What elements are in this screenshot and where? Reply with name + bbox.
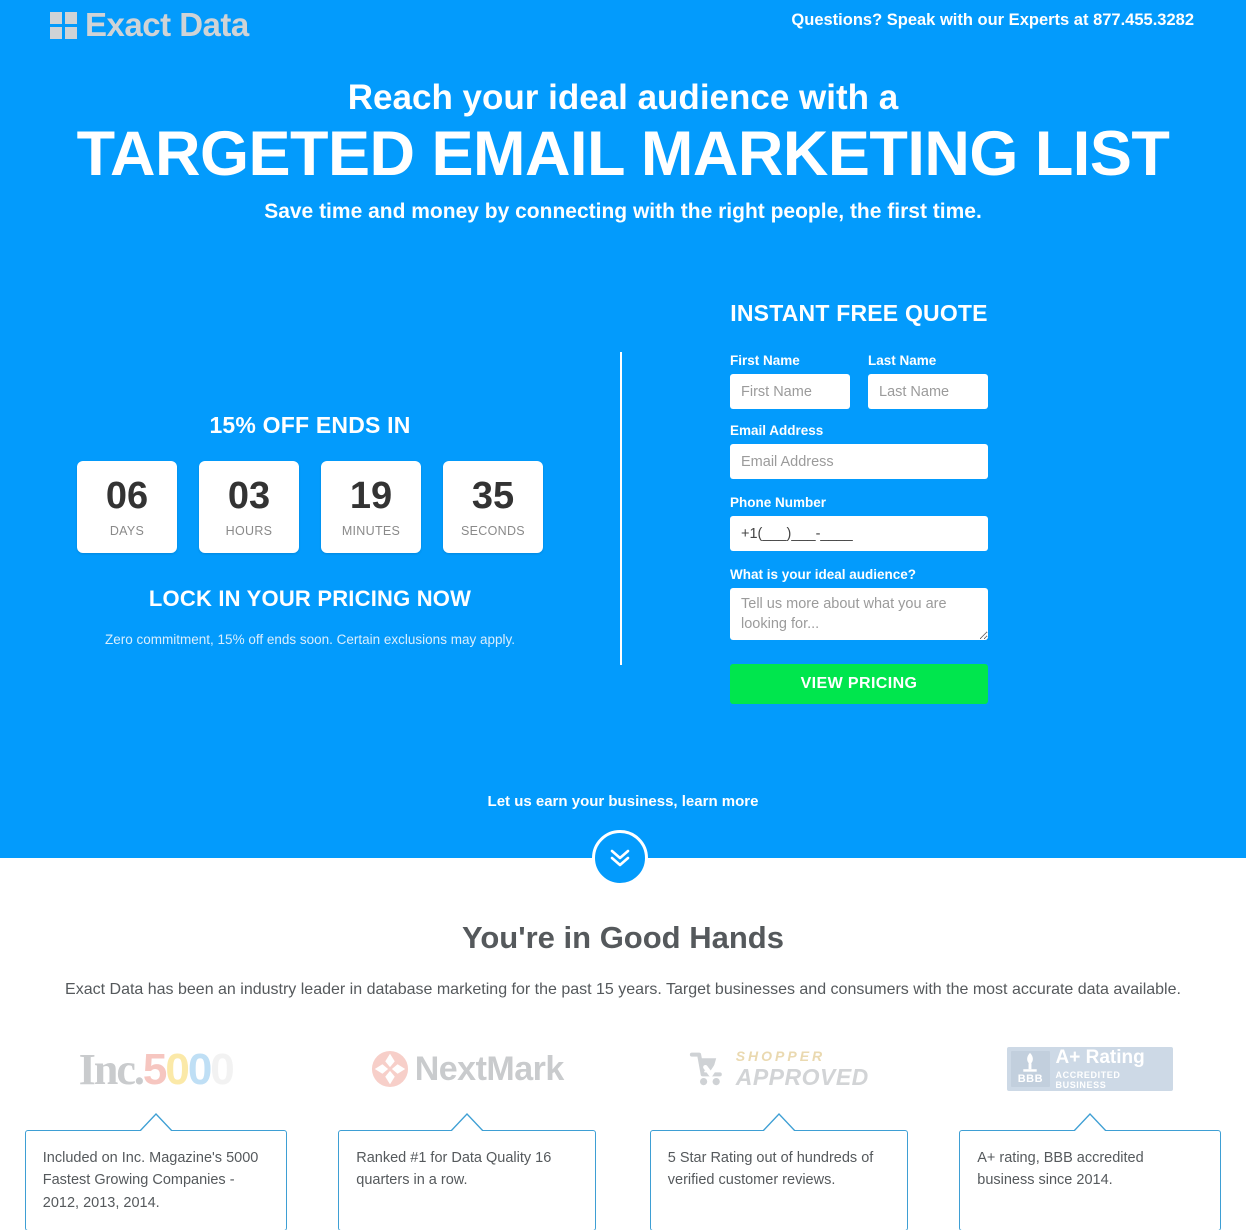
callout-text: A+ rating, BBB accredited business since… bbox=[977, 1150, 1144, 1189]
audience-textarea[interactable] bbox=[730, 588, 988, 640]
countdown-timer: 06 DAYS 03 HOURS 19 MINUTES 35 SECONDS bbox=[0, 461, 620, 553]
email-field-group: Email Address bbox=[730, 423, 988, 479]
nextmark-emblem-icon bbox=[371, 1050, 408, 1088]
column-divider bbox=[620, 352, 622, 665]
callout-notch-inner bbox=[1073, 1115, 1108, 1133]
countdown-value: 03 bbox=[227, 474, 271, 517]
countdown-value: 06 bbox=[105, 474, 149, 517]
badge-inc-5000: Inc. 5 0 0 0 bbox=[0, 1040, 312, 1098]
quote-form-title: INSTANT FREE QUOTE bbox=[730, 300, 988, 326]
shopper-approved-bottom-word: APPROVED bbox=[735, 1064, 869, 1090]
countdown-label: DAYS bbox=[109, 523, 145, 538]
hero-headline-line2: TARGETED EMAIL MARKETING LIST bbox=[76, 119, 1170, 190]
offer-title: 15% OFF ENDS IN bbox=[209, 412, 411, 438]
email-label: Email Address bbox=[730, 423, 824, 438]
inc-5000-word: Inc. bbox=[78, 1044, 145, 1094]
last-name-input[interactable] bbox=[868, 374, 988, 409]
callout-cell: A+ rating, BBB accredited business since… bbox=[935, 1113, 1246, 1230]
bbb-torch-mark: BBB bbox=[1011, 1051, 1050, 1087]
callout-inc-5000: Included on Inc. Magazine's 5000 Fastest… bbox=[24, 1113, 287, 1230]
phone-input[interactable] bbox=[730, 516, 988, 551]
bbb-letters: BBB bbox=[1017, 1073, 1044, 1085]
phone-field-group: Phone Number bbox=[730, 495, 988, 551]
hero-section: Exact Data Questions? Speak with our Exp… bbox=[0, 0, 1246, 858]
callout-cell: Ranked #1 for Data Quality 16 quarters i… bbox=[312, 1113, 624, 1230]
contact-lead-text: Questions? Speak with our Experts at bbox=[791, 11, 1094, 29]
callout-text: Included on Inc. Magazine's 5000 Fastest… bbox=[42, 1150, 259, 1211]
inc-5000-digit: 0 bbox=[210, 1044, 235, 1094]
badge-logos-row: Inc. 5 0 0 0 NextMark SHOPPER APPROVED B… bbox=[0, 1040, 1246, 1098]
first-name-input[interactable] bbox=[730, 374, 850, 409]
audience-field-group: What is your ideal audience? bbox=[730, 567, 988, 645]
inc-5000-digit: 0 bbox=[187, 1044, 213, 1094]
email-input[interactable] bbox=[730, 444, 988, 479]
bbb-rating-text: A+ Rating bbox=[1055, 1047, 1145, 1068]
countdown-unit-hours: 03 HOURS bbox=[199, 461, 299, 553]
callout-cell: 5 Star Rating out of hundreds of verifie… bbox=[623, 1113, 935, 1230]
countdown-label: HOURS bbox=[225, 523, 273, 538]
trust-section-title: You're in Good Hands bbox=[462, 920, 784, 955]
nextmark-wordmark: NextMark bbox=[414, 1049, 565, 1088]
callout-shopper-approved: 5 Star Rating out of hundreds of verifie… bbox=[649, 1113, 908, 1230]
brand-logo-text: Exact Data bbox=[85, 6, 249, 43]
phone-number-link[interactable]: 877.455.3282 bbox=[1093, 11, 1194, 29]
bbb-torch-icon bbox=[1023, 1052, 1038, 1072]
shopper-approved-top-word: SHOPPER bbox=[735, 1048, 826, 1064]
countdown-unit-days: 06 DAYS bbox=[77, 461, 177, 553]
callout-text: Ranked #1 for Data Quality 16 quarters i… bbox=[356, 1150, 552, 1189]
brand-logo[interactable]: Exact Data bbox=[50, 6, 249, 44]
name-fields-row: First Name Last Name bbox=[730, 353, 988, 409]
scroll-down-button[interactable] bbox=[592, 830, 648, 886]
inc-5000-digit: 5 bbox=[142, 1044, 168, 1094]
hero-subtitle: Save time and money by connecting with t… bbox=[264, 200, 982, 224]
nextmark-logo: NextMark bbox=[371, 1040, 564, 1098]
callout-notch-inner bbox=[138, 1115, 173, 1133]
phone-label: Phone Number bbox=[730, 495, 827, 510]
callout-cell: Included on Inc. Magazine's 5000 Fastest… bbox=[0, 1113, 312, 1230]
lock-pricing-title: LOCK IN YOUR PRICING NOW bbox=[148, 586, 472, 611]
first-name-label: First Name bbox=[730, 353, 800, 368]
callout-notch-inner bbox=[450, 1115, 485, 1133]
landing-page: Exact Data Questions? Speak with our Exp… bbox=[0, 0, 1246, 1230]
countdown-label: SECONDS bbox=[461, 523, 525, 538]
hero-columns: 15% OFF ENDS IN 06 DAYS 03 HOURS 19 MINU… bbox=[0, 300, 1246, 760]
top-bar: Exact Data Questions? Speak with our Exp… bbox=[0, 0, 1246, 50]
callout-bbb: A+ rating, BBB accredited business since… bbox=[959, 1113, 1222, 1230]
grid-squares-icon bbox=[50, 11, 77, 39]
badge-shopper-approved: SHOPPER APPROVED bbox=[623, 1040, 935, 1098]
offer-column: 15% OFF ENDS IN 06 DAYS 03 HOURS 19 MINU… bbox=[0, 300, 620, 647]
badge-callouts-row: Included on Inc. Magazine's 5000 Fastest… bbox=[0, 1113, 1246, 1230]
countdown-value: 35 bbox=[471, 474, 515, 517]
badge-nextmark: NextMark bbox=[312, 1040, 624, 1098]
first-name-field-group: First Name bbox=[730, 353, 850, 409]
badge-bbb: BBB A+ Rating ACCREDITED BUSINESS bbox=[935, 1040, 1246, 1098]
lock-pricing-disclaimer: Zero commitment, 15% off ends soon. Cert… bbox=[105, 632, 515, 647]
double-chevron-down-icon bbox=[610, 849, 630, 867]
inc-5000-logo: Inc. 5 0 0 0 bbox=[78, 1040, 235, 1098]
trust-section: You're in Good Hands Exact Data has been… bbox=[0, 858, 1246, 1230]
shopping-cart-check-icon bbox=[689, 1051, 728, 1086]
countdown-value: 19 bbox=[349, 474, 393, 517]
trust-section-description: Exact Data has been an industry leader i… bbox=[65, 981, 1181, 998]
countdown-unit-minutes: 19 MINUTES bbox=[321, 461, 421, 553]
bbb-accredited-text: ACCREDITED BUSINESS bbox=[1055, 1070, 1121, 1090]
shopper-approved-logo: SHOPPER APPROVED bbox=[689, 1040, 869, 1098]
last-name-label: Last Name bbox=[868, 353, 937, 368]
hero-headline-line1: Reach your ideal audience with a bbox=[347, 78, 899, 117]
bbb-a-plus-rating-logo: BBB A+ Rating ACCREDITED BUSINESS bbox=[1007, 1040, 1174, 1098]
view-pricing-button[interactable]: VIEW PRICING bbox=[730, 664, 988, 704]
quote-form: INSTANT FREE QUOTE First Name Last Name … bbox=[730, 300, 988, 704]
scroll-prompt-text: Let us earn your business, learn more bbox=[487, 793, 759, 810]
countdown-unit-seconds: 35 SECONDS bbox=[443, 461, 543, 553]
callout-text: 5 Star Rating out of hundreds of verifie… bbox=[667, 1150, 874, 1189]
callout-notch-inner bbox=[761, 1115, 796, 1133]
audience-label: What is your ideal audience? bbox=[730, 567, 917, 582]
contact-phone-line: Questions? Speak with our Experts at 877… bbox=[791, 11, 1194, 30]
inc-5000-digit: 0 bbox=[165, 1044, 190, 1094]
countdown-label: MINUTES bbox=[341, 523, 401, 538]
last-name-field-group: Last Name bbox=[868, 353, 988, 409]
callout-nextmark: Ranked #1 for Data Quality 16 quarters i… bbox=[338, 1113, 597, 1230]
